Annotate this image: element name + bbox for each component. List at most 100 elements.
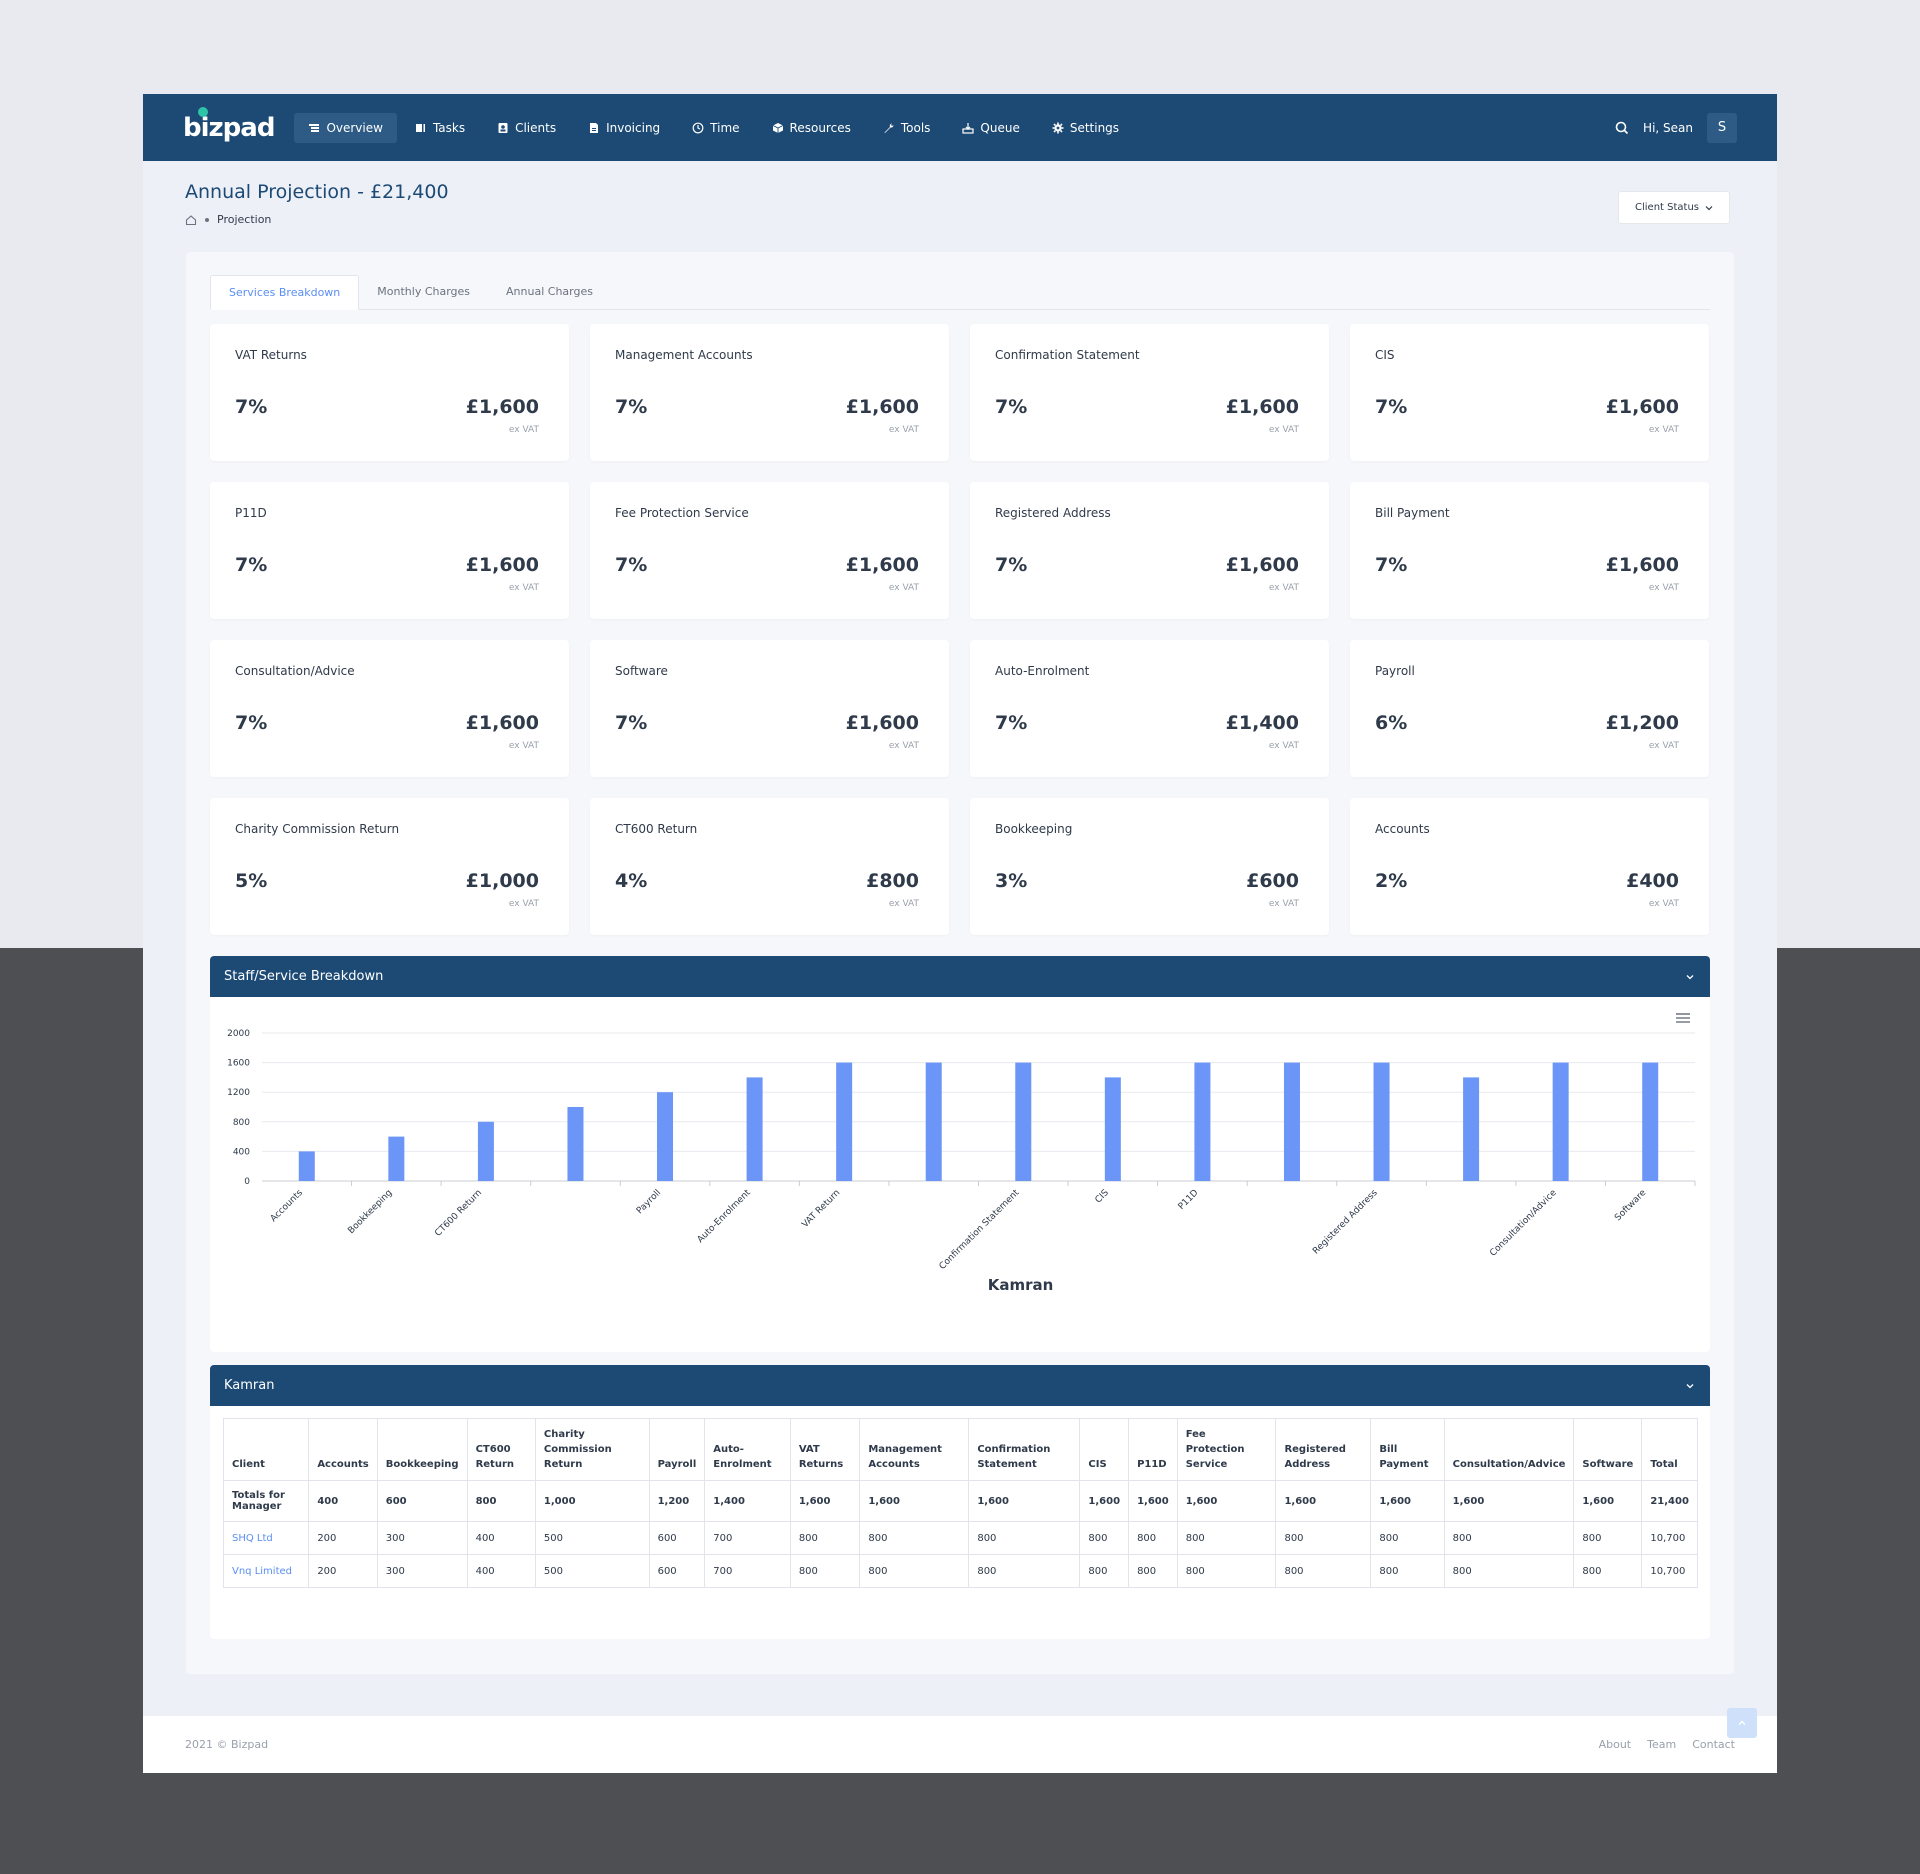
bar[interactable] <box>388 1136 405 1181</box>
bar[interactable] <box>298 1151 315 1181</box>
table-section-title: Kamran <box>224 1378 275 1393</box>
overview-icon <box>309 123 320 132</box>
column-header: Fee Protection Service <box>1176 1418 1277 1481</box>
table-cell: 300 <box>376 1554 468 1588</box>
bar[interactable] <box>925 1062 942 1181</box>
main-nav: Overview Tasks Clients Invoicing Time Resourc… <box>294 94 1137 161</box>
table-cell: 800 <box>1176 1554 1277 1588</box>
bar[interactable] <box>1552 1062 1569 1181</box>
nav-label: Settings <box>1069 120 1120 135</box>
nav-settings[interactable]: Settings <box>1038 113 1133 143</box>
nav-overview[interactable]: Overview <box>294 112 397 143</box>
nav-label: Tools <box>900 120 931 135</box>
table-cell: 21,400 <box>1641 1480 1698 1522</box>
column-header: Software <box>1573 1418 1643 1481</box>
column-header: CIS <box>1079 1418 1130 1481</box>
bar[interactable] <box>836 1062 853 1181</box>
nav-tools[interactable]: Tools <box>869 113 945 143</box>
service-amount: £1,600 <box>465 396 539 418</box>
table-cell: 700 <box>704 1521 791 1555</box>
bar[interactable] <box>1283 1062 1300 1181</box>
service-name: CIS <box>1375 348 1395 362</box>
nav-time[interactable]: Time <box>678 113 753 143</box>
footer-link-contact[interactable]: Contact <box>1692 1738 1735 1751</box>
breadcrumb: Projection <box>185 213 1735 226</box>
service-name: Software <box>615 664 668 678</box>
x-tick-label: Payroll <box>635 1188 663 1216</box>
column-header: CT600 Return <box>466 1418 536 1481</box>
tab-services-breakdown[interactable]: Services Breakdown <box>210 275 360 310</box>
bar[interactable] <box>567 1107 584 1181</box>
home-icon[interactable] <box>185 214 197 226</box>
bar[interactable] <box>1373 1062 1390 1181</box>
invoicing-icon <box>590 122 599 133</box>
service-name: Bill Payment <box>1375 506 1450 520</box>
table-cell: 1,600 <box>789 1480 861 1522</box>
breadcrumb-current: Projection <box>217 213 272 226</box>
vat-note: ex VAT <box>508 741 539 751</box>
tab-monthly-charges[interactable]: Monthly Charges <box>359 275 488 310</box>
service-percentage: 7% <box>995 712 1028 734</box>
user-area: Hi, Sean S <box>1615 112 1737 143</box>
table-cell: 1,600 <box>1275 1480 1372 1522</box>
service-card: Accounts 2% £400 ex VAT <box>1350 798 1709 935</box>
x-tick-label: Consultation/Advice <box>1488 1188 1559 1259</box>
service-amount: £1,200 <box>1605 712 1679 734</box>
vat-note: ex VAT <box>1268 741 1299 751</box>
y-tick-label: 800 <box>233 1118 250 1128</box>
nav-queue[interactable]: Queue <box>948 113 1033 143</box>
client-link[interactable]: Vnq Limited <box>222 1554 310 1588</box>
scroll-to-top-button[interactable] <box>1727 1708 1757 1738</box>
service-percentage: 2% <box>1375 870 1408 892</box>
table-cell: 800 <box>1275 1554 1372 1588</box>
tab-annual-charges[interactable]: Annual Charges <box>488 275 611 310</box>
table-section-header[interactable]: Kamran <box>210 1365 1710 1406</box>
x-tick-label: Bookkeeping <box>346 1188 394 1236</box>
table-cell: 800 <box>1128 1554 1178 1588</box>
queue-icon <box>962 122 975 134</box>
table-cell: 800 <box>789 1554 861 1588</box>
bar[interactable] <box>1194 1062 1211 1181</box>
footer-links: About Team Contact <box>1599 1738 1735 1751</box>
table-cell: 1,600 <box>1443 1480 1575 1522</box>
table-cell: 800 <box>968 1554 1081 1588</box>
service-amount: £1,600 <box>1225 396 1299 418</box>
chart-section-header[interactable]: Staff/Service Breakdown <box>210 956 1710 997</box>
clock-icon <box>692 122 704 133</box>
table-cell: 800 <box>1443 1554 1575 1588</box>
nav-tasks[interactable]: Tasks <box>401 113 479 143</box>
nav-resources[interactable]: Resources <box>758 113 865 143</box>
service-name: Charity Commission Return <box>235 822 400 836</box>
service-percentage: 7% <box>995 396 1028 418</box>
bar[interactable] <box>477 1121 494 1181</box>
client-status-dropdown[interactable]: Client Status <box>1618 191 1730 224</box>
bar[interactable] <box>657 1092 674 1181</box>
chevron-down-icon[interactable] <box>1684 971 1696 983</box>
table-cell: 800 <box>466 1480 536 1522</box>
column-header: Total <box>1641 1418 1698 1481</box>
nav-clients[interactable]: Clients <box>483 113 570 143</box>
kamran-table-section: Kamran Client Accounts Bookkeeping CT600 Re… <box>210 1365 1710 1639</box>
table-cell: 500 <box>534 1521 650 1555</box>
footer-link-about[interactable]: About <box>1599 1738 1632 1751</box>
table-cell: 1,600 <box>1176 1480 1277 1522</box>
bar[interactable] <box>1642 1062 1659 1181</box>
service-amount: £1,600 <box>465 712 539 734</box>
footer-link-team[interactable]: Team <box>1647 1738 1676 1751</box>
nav-invoicing[interactable]: Invoicing <box>574 113 674 143</box>
x-tick-label: CT600 Return <box>433 1188 484 1239</box>
chevron-down-icon[interactable] <box>1684 1380 1696 1392</box>
bar[interactable] <box>746 1077 763 1181</box>
search-icon[interactable] <box>1615 121 1629 135</box>
table-cell: 1,600 <box>1079 1480 1130 1522</box>
bizpad-logo[interactable]: bizpad <box>183 106 275 143</box>
y-tick-label: 1200 <box>227 1088 250 1098</box>
bar[interactable] <box>1015 1062 1032 1181</box>
bar[interactable] <box>1104 1077 1121 1181</box>
vat-note: ex VAT <box>1268 899 1299 909</box>
bar[interactable] <box>1463 1077 1480 1181</box>
table-cell: 200 <box>308 1554 378 1588</box>
client-link[interactable]: SHQ Ltd <box>222 1521 310 1555</box>
avatar[interactable]: S <box>1707 112 1737 143</box>
x-tick-label: Auto-Enrolment <box>696 1188 753 1245</box>
